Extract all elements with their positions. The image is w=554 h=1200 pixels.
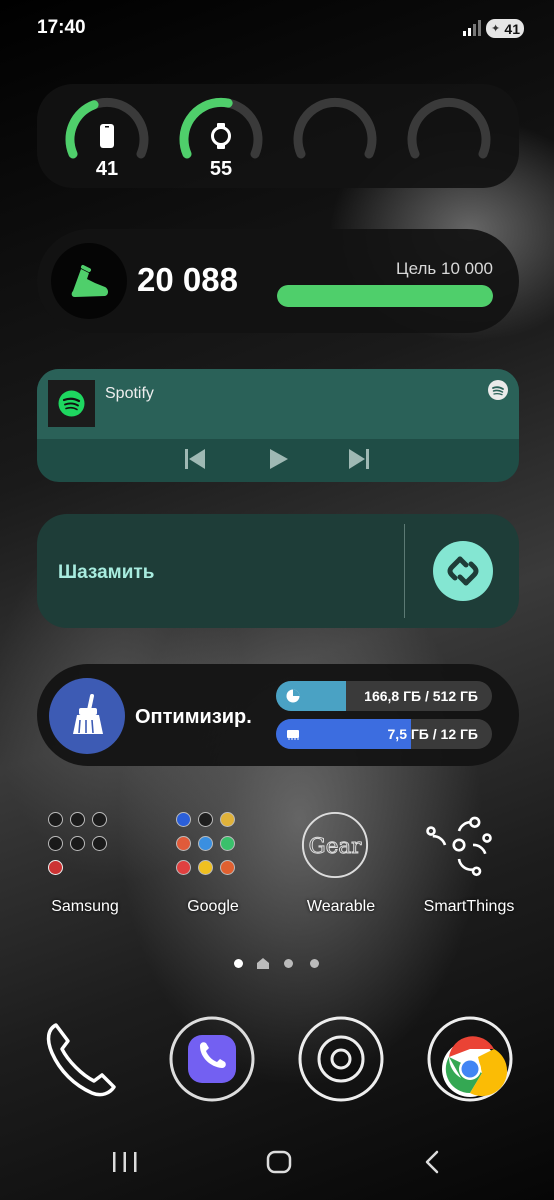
battery-widget[interactable]: 41 55 [37, 84, 519, 188]
power-saving-icon: ✦ [491, 23, 501, 35]
page-dot[interactable] [284, 959, 293, 968]
watch-icon [211, 123, 231, 149]
navigation-bar [0, 1140, 554, 1185]
back-button[interactable] [416, 1148, 450, 1176]
shoe-icon [51, 243, 127, 319]
dock-chrome[interactable] [426, 1013, 516, 1103]
app-smartthings[interactable]: SmartThings [414, 810, 524, 920]
smartthings-icon [426, 816, 492, 877]
gear-watch-icon: Gear [301, 811, 369, 879]
battery-ring-phone[interactable]: 41 [63, 92, 151, 180]
ring-gauge [407, 97, 491, 159]
status-bar: 17:40 ✦ 41 [0, 0, 554, 56]
shazam-label[interactable]: Шазамить [58, 562, 154, 584]
broom-icon[interactable] [49, 678, 125, 754]
chrome-icon [427, 1016, 513, 1102]
battery-value: 41 [95, 158, 119, 180]
track-title: Spotify [105, 385, 154, 402]
spotify-badge-icon [488, 380, 508, 400]
shazam-widget[interactable]: Шазамить [37, 514, 519, 628]
storage-bar: 166,8 ГБ / 512 ГБ [276, 681, 492, 711]
steps-progress-bar [277, 285, 493, 307]
steps-count: 20 088 [137, 261, 238, 298]
folder-google[interactable]: Google [158, 810, 268, 920]
phone-icon [100, 124, 114, 148]
folder-samsung[interactable]: Samsung [30, 810, 140, 920]
battery-ring-empty[interactable] [291, 92, 379, 180]
home-button[interactable] [262, 1148, 296, 1176]
shazam-button[interactable] [433, 541, 493, 601]
steps-widget[interactable]: 20 088 Цель 10 000 [37, 229, 519, 333]
storage-text: 166,8 ГБ / 512 ГБ [364, 688, 478, 704]
page-dot[interactable] [310, 959, 319, 968]
steps-goal: Цель 10 000 [396, 259, 493, 278]
ram-bar: 7,5 ГБ / 12 ГБ [276, 719, 492, 749]
steps-progress-fill [277, 285, 493, 307]
shazam-icon [447, 556, 479, 586]
home-page-icon[interactable] [257, 958, 269, 969]
battery-level: 41 [504, 20, 520, 37]
folder-label: Google [187, 898, 239, 915]
camera-icon [298, 1016, 384, 1102]
folder-label: Samsung [51, 898, 119, 915]
app-label: SmartThings [423, 898, 515, 915]
battery-ring-watch[interactable]: 55 [177, 92, 265, 180]
signal-icon [463, 20, 481, 36]
optimize-widget[interactable]: Оптимизир. 166,8 ГБ / 512 ГБ 7,5 ГБ / 12… [37, 664, 519, 766]
play-icon[interactable] [263, 445, 293, 473]
album-art[interactable] [48, 380, 95, 427]
phone-icon [46, 1023, 116, 1097]
battery-value: 55 [209, 158, 233, 180]
next-icon[interactable] [344, 445, 374, 473]
storage-icon [286, 689, 300, 703]
ring-gauge [293, 97, 377, 159]
spotify-widget[interactable]: Spotify [37, 369, 519, 482]
clock: 17:40 [37, 17, 86, 38]
folder-preview [172, 810, 242, 880]
recents-button[interactable] [108, 1148, 142, 1176]
spotify-logo-icon [58, 390, 85, 417]
battery-ring-empty[interactable] [405, 92, 493, 180]
divider [404, 524, 405, 618]
spotify-header [37, 369, 519, 439]
app-wearable[interactable]: Gear Wearable [286, 810, 396, 920]
optimize-label: Оптимизир. [135, 706, 252, 728]
svg-text:Gear: Gear [309, 834, 362, 859]
viber-icon [169, 1016, 255, 1102]
ram-text: 7,5 ГБ / 12 ГБ [387, 726, 478, 742]
memory-chip-icon [287, 730, 299, 740]
app-label: Wearable [306, 898, 376, 915]
dock-phone[interactable] [36, 1013, 126, 1103]
dock-camera[interactable] [296, 1013, 386, 1103]
previous-icon[interactable] [180, 445, 210, 473]
dock-viber[interactable] [166, 1013, 256, 1103]
page-indicator[interactable] [0, 957, 554, 969]
folder-preview [44, 810, 114, 880]
page-dot-active[interactable] [234, 959, 243, 968]
battery-indicator: ✦ 41 [486, 19, 524, 38]
